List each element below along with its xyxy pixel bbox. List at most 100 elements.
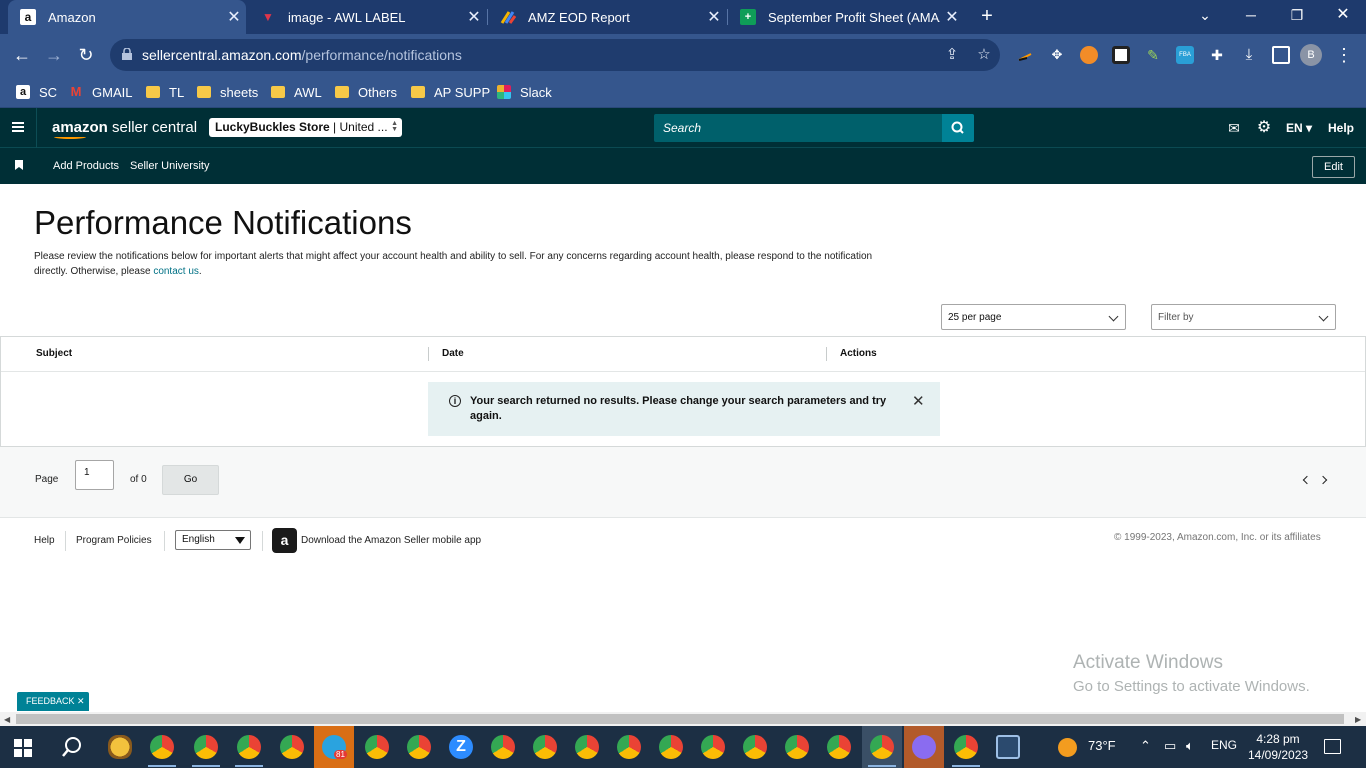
taskbar-chrome-icon[interactable] [194, 735, 218, 759]
footer-help-link[interactable]: Help [34, 535, 55, 546]
help-link[interactable]: Help [1328, 121, 1354, 135]
edit-button[interactable]: Edit [1312, 156, 1355, 178]
taskbar-chrome-icon[interactable] [150, 735, 174, 759]
go-button[interactable]: Go [162, 465, 219, 495]
extension-pen-icon[interactable]: ✎ [1144, 46, 1162, 64]
column-date[interactable]: Date [442, 348, 464, 359]
taskbar-chrome-icon[interactable] [743, 735, 767, 759]
search-button[interactable] [942, 114, 974, 142]
scrollbar-thumb[interactable] [16, 714, 1344, 724]
filter-select[interactable]: Filter by [1151, 304, 1336, 330]
extension-puzzle-blue-icon[interactable]: ✥ [1048, 46, 1066, 64]
seller-central-logo[interactable]: amazon seller central [52, 119, 197, 139]
close-tab-icon[interactable]: ✕ [940, 7, 964, 27]
taskbar-chrome-icon[interactable] [785, 735, 809, 759]
search-input[interactable]: Search [654, 114, 974, 142]
close-tab-icon[interactable]: ✕ [222, 7, 246, 27]
hamburger-menu-icon[interactable] [12, 122, 24, 132]
tab-awl-label[interactable]: ▼ image - AWL LABEL ✕ [248, 0, 486, 34]
taskbar-chrome-icon[interactable] [491, 735, 515, 759]
side-panel-icon[interactable] [1272, 46, 1290, 64]
taskbar-chrome-icon[interactable] [617, 735, 641, 759]
new-tab-button[interactable]: + [976, 5, 998, 27]
add-products-link[interactable]: Add Products [53, 160, 119, 172]
program-policies-link[interactable]: Program Policies [76, 535, 152, 546]
page-number-input[interactable]: 1 [75, 460, 114, 490]
column-subject[interactable]: Subject [36, 348, 72, 359]
next-page-icon[interactable] [1318, 475, 1328, 485]
seller-university-link[interactable]: Seller University [130, 160, 209, 172]
footer-language-select[interactable]: English [175, 530, 251, 550]
close-window-button[interactable]: ✕ [1320, 0, 1366, 30]
share-icon[interactable]: ⇪ [942, 45, 962, 65]
taskbar-chrome-icon[interactable] [365, 735, 389, 759]
close-tab-icon[interactable]: ✕ [702, 7, 726, 27]
amazon-seller-app-icon[interactable]: a [272, 528, 297, 553]
back-button[interactable]: ← [10, 43, 34, 67]
taskbar-chrome-icon[interactable] [280, 735, 304, 759]
bookmark-others[interactable]: Others [335, 82, 397, 102]
taskbar-app-character-icon[interactable] [108, 735, 132, 759]
taskbar-calculator-icon[interactable] [996, 735, 1020, 759]
windows-start-icon[interactable] [14, 739, 32, 757]
feedback-button[interactable]: FEEDBACK ✕ [17, 692, 89, 711]
bookmark-star-icon[interactable]: ☆ [974, 45, 994, 65]
tab-amazon[interactable]: a Amazon ✕ [8, 0, 246, 34]
bookmark-tl[interactable]: TL [146, 82, 184, 102]
store-switcher[interactable]: LuckyBuckles Store | United ... ▲ ▼ [209, 118, 402, 137]
forward-button[interactable]: → [42, 43, 66, 67]
taskbar-chrome-icon[interactable] [407, 735, 431, 759]
download-icon[interactable]: ⤓ [1240, 46, 1258, 64]
tray-chevron-up-icon[interactable]: ⌃ [1140, 738, 1151, 754]
taskbar-clock[interactable]: 4:28 pm 14/09/2023 [1248, 731, 1308, 763]
scroll-left-icon[interactable]: ◀ [4, 715, 10, 724]
extensions-puzzle-icon[interactable]: ✚ [1208, 46, 1226, 64]
bookmark-icon[interactable] [15, 160, 23, 170]
taskbar-chrome-active-icon[interactable] [870, 735, 894, 759]
reload-button[interactable]: ↻ [74, 43, 98, 67]
bookmark-ap-supp[interactable]: AP SUPP [411, 82, 490, 102]
extension-camera-icon[interactable] [1112, 46, 1130, 64]
bookmark-sc[interactable]: a SC [16, 82, 57, 102]
mail-icon[interactable]: ✉ [1226, 120, 1242, 136]
weather-sun-icon[interactable] [1058, 738, 1077, 757]
taskbar-chrome-icon[interactable] [827, 735, 851, 759]
tab-amz-eod-report[interactable]: AMZ EOD Report ✕ [488, 0, 726, 34]
prev-page-icon[interactable] [1302, 475, 1312, 485]
bookmark-sheets[interactable]: sheets [197, 82, 258, 102]
profile-avatar[interactable]: B [1300, 44, 1322, 66]
horizontal-scrollbar[interactable]: ◀ ▶ [0, 712, 1366, 726]
taskbar-search-icon[interactable] [61, 736, 83, 758]
close-tab-icon[interactable]: ✕ [462, 7, 486, 27]
extension-arrow-icon[interactable] [1016, 46, 1034, 64]
per-page-select[interactable]: 25 per page [941, 304, 1126, 330]
taskbar-chrome-icon[interactable] [237, 735, 261, 759]
contact-us-link[interactable]: contact us [153, 266, 199, 277]
minimize-button[interactable]: ─ [1228, 0, 1274, 30]
bookmark-slack[interactable]: Slack [497, 82, 552, 102]
taskbar-zoom-icon[interactable]: Z [449, 735, 473, 759]
notification-center-icon[interactable] [1324, 739, 1341, 754]
scroll-right-icon[interactable]: ▶ [1355, 715, 1361, 724]
taskbar-discord-icon[interactable] [912, 735, 936, 759]
weather-temperature[interactable]: 73°F [1088, 738, 1116, 753]
taskbar-chrome-icon[interactable] [659, 735, 683, 759]
bookmark-awl[interactable]: AWL [271, 82, 322, 102]
language-menu[interactable]: EN ▾ [1286, 121, 1312, 135]
tray-meet-icon[interactable]: ▭ [1164, 738, 1176, 754]
address-bar[interactable]: sellercentral.amazon.com/performance/not… [110, 39, 1000, 71]
extension-orange-icon[interactable] [1080, 46, 1098, 64]
taskbar-chrome-icon[interactable] [533, 735, 557, 759]
tab-search-chevron-icon[interactable]: ⌄ [1182, 0, 1228, 30]
input-language[interactable]: ENG [1211, 738, 1237, 752]
extension-fba-icon[interactable]: FBA [1176, 46, 1194, 64]
taskbar-chrome-icon[interactable] [954, 735, 978, 759]
restore-button[interactable]: ❐ [1274, 0, 1320, 30]
close-alert-icon[interactable]: ✕ [912, 392, 925, 410]
settings-gear-icon[interactable]: ⚙ [1256, 120, 1272, 136]
taskbar-chrome-icon[interactable] [701, 735, 725, 759]
download-app-link[interactable]: Download the Amazon Seller mobile app [301, 535, 481, 546]
chrome-menu-icon[interactable]: ⋮ [1332, 43, 1356, 67]
taskbar-chrome-icon[interactable] [575, 735, 599, 759]
tab-september-profit-sheet[interactable]: + September Profit Sheet (AMAZIN ✕ [728, 0, 964, 34]
